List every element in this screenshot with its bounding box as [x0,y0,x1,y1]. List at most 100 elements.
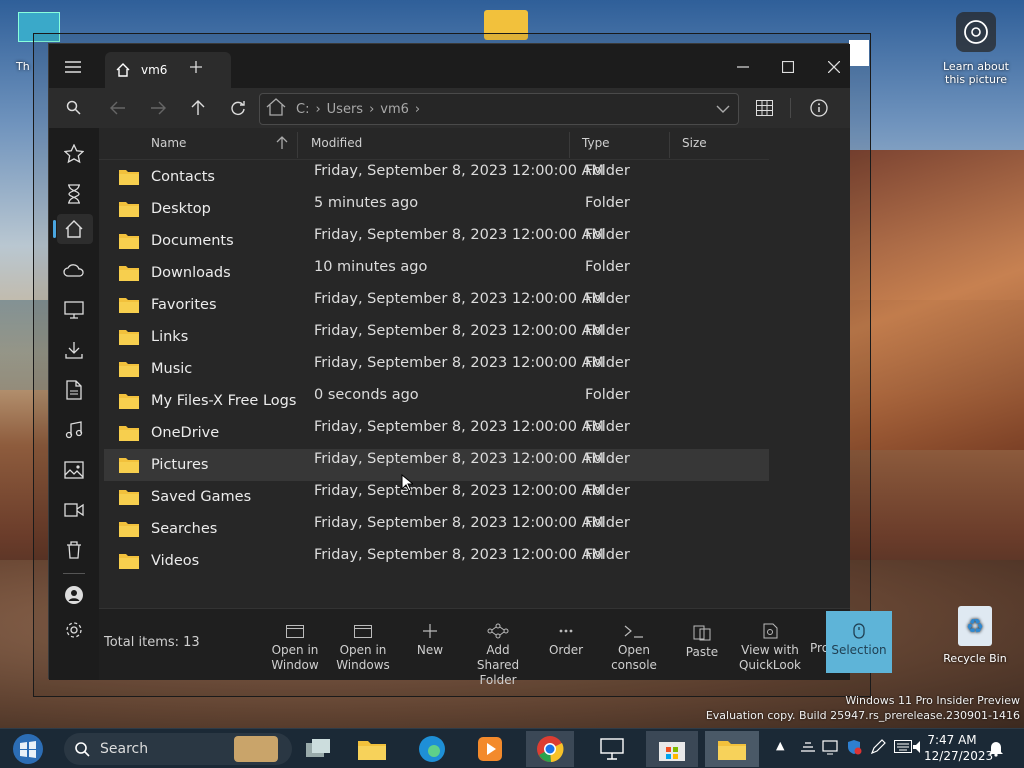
open-in-window-button[interactable]: Open in Window [262,623,328,673]
sidebar-item-recycle-bin[interactable] [63,539,85,561]
taskbar-task-view[interactable] [300,733,336,765]
taskbar-file-explorer[interactable] [354,733,390,765]
tray-pen-icon[interactable] [870,739,886,759]
maximize-button[interactable] [779,58,797,76]
file-modified: Friday, September 8, 2023 12:00:00 AM [314,451,605,467]
tray-display-icon[interactable] [822,739,838,759]
file-type: Folder [585,355,630,371]
status-total-items: Total items: 13 [104,635,200,650]
folder-icon [119,554,139,569]
info-icon[interactable] [810,99,828,121]
start-button[interactable] [8,733,48,765]
taskbar-chrome[interactable] [532,733,568,765]
remote-desktop-icon [600,738,624,760]
menu-icon[interactable] [65,60,81,74]
sidebar [49,128,99,680]
column-header-modified[interactable]: Modified [311,128,561,158]
tab-vm6[interactable]: vm6 [105,52,231,88]
up-arrow-icon[interactable] [191,100,205,120]
home-icon [65,220,83,238]
windows-icon [354,625,372,638]
file-type: Folder [585,259,630,275]
file-row[interactable]: Desktop 5 minutes ago Folder [104,193,769,225]
back-arrow-icon[interactable] [110,101,126,119]
file-row[interactable]: Pictures Friday, September 8, 2023 12:00:… [104,449,769,481]
file-row[interactable]: My Files-X Free Logs 0 seconds ago Folder [104,385,769,417]
taskbar-edge[interactable] [414,733,450,765]
file-row[interactable]: Documents Friday, September 8, 2023 12:00… [104,225,769,257]
desktop-icon-learn-about-picture[interactable]: Learn about this picture [938,12,1014,86]
file-row[interactable]: Favorites Friday, September 8, 2023 12:00… [104,289,769,321]
sidebar-item-music[interactable] [63,419,85,441]
folder-icon [119,490,139,505]
taskbar-store[interactable] [654,733,690,765]
column-divider [669,132,670,158]
sidebar-item-favorites[interactable] [63,143,85,165]
file-row[interactable]: Searches Friday, September 8, 2023 12:00:… [104,513,769,545]
open-in-windows-button[interactable]: Open in Windows [330,623,396,673]
sidebar-item-videos[interactable] [63,499,85,521]
sidebar-item-this-pc[interactable] [63,299,85,321]
header-bottom-border [99,159,769,160]
order-button[interactable]: Order [533,623,599,658]
tray-chevron-up-icon[interactable]: ▲ [776,739,784,752]
search-icon[interactable] [66,100,81,119]
edge-icon [419,736,445,762]
notification-bell-icon[interactable] [988,739,1004,761]
paste-button[interactable]: Paste [669,623,735,660]
window-icon [286,625,304,638]
taskbar-media-player[interactable] [472,733,508,765]
column-header-type[interactable]: Type [582,128,662,158]
tray-network-icon[interactable] [800,739,816,759]
column-header-size[interactable]: Size [682,128,762,158]
file-modified: Friday, September 8, 2023 12:00:00 AM [314,419,605,435]
add-shared-folder-button[interactable]: Add Shared Folder [465,623,531,688]
sidebar-item-documents[interactable] [63,379,85,401]
file-row[interactable]: Saved Games Friday, September 8, 2023 12:… [104,481,769,513]
breadcrumb-drive[interactable]: C: [296,102,309,117]
taskbar-search-box[interactable]: Search [64,733,292,765]
file-row[interactable]: OneDrive Friday, September 8, 2023 12:00:… [104,417,769,449]
selection-icon [853,623,865,639]
sidebar-item-account[interactable] [63,584,85,606]
clock[interactable]: 7:47 AM 12/27/2023 [924,732,993,764]
active-indicator [53,220,56,238]
column-divider [569,132,570,158]
sidebar-item-settings[interactable] [63,619,85,641]
taskbar-files-app[interactable] [714,733,750,765]
grid-view-icon[interactable] [756,100,773,120]
windows-logo-icon [13,734,43,764]
file-row[interactable]: Links Friday, September 8, 2023 12:00:00 … [104,321,769,353]
taskbar-remote-desktop[interactable] [594,733,630,765]
selection-button[interactable]: Selection [826,611,892,673]
close-button[interactable] [825,58,843,76]
chevron-down-icon[interactable] [716,103,730,118]
address-bar[interactable]: C: › Users › vm6 › [259,93,739,125]
minimize-button[interactable] [734,58,752,76]
new-button[interactable]: New [397,623,463,658]
open-console-button[interactable]: Open console [601,623,667,673]
file-row[interactable]: Downloads 10 minutes ago Folder [104,257,769,289]
file-row[interactable]: Music Friday, September 8, 2023 12:00:00 … [104,353,769,385]
refresh-icon[interactable] [230,100,246,120]
file-type: Folder [585,515,630,531]
picture-icon [64,461,84,479]
file-modified: Friday, September 8, 2023 12:00:00 AM [314,291,605,307]
tray-keyboard-icon[interactable] [894,740,912,757]
sidebar-item-home[interactable] [63,218,85,240]
file-type: Folder [585,323,630,339]
video-icon [64,503,84,517]
desktop-icon-recycle-bin[interactable]: ♻ Recycle Bin [940,606,1010,665]
file-row[interactable]: Videos Friday, September 8, 2023 12:00:00… [104,545,769,577]
sidebar-item-recent[interactable] [63,183,85,205]
sidebar-item-cloud[interactable] [63,259,85,281]
file-row[interactable]: Contacts Friday, September 8, 2023 12:00:… [104,161,769,193]
breadcrumb-vm6[interactable]: vm6 [380,102,409,117]
forward-arrow-icon[interactable] [150,101,166,119]
sidebar-item-downloads[interactable] [63,339,85,361]
sidebar-item-pictures[interactable] [63,459,85,481]
tray-security-icon[interactable] [846,739,862,759]
new-tab-button[interactable] [187,58,205,76]
breadcrumb-users[interactable]: Users [327,102,363,117]
view-with-quicklook-button[interactable]: View with QuickLook [737,623,803,673]
